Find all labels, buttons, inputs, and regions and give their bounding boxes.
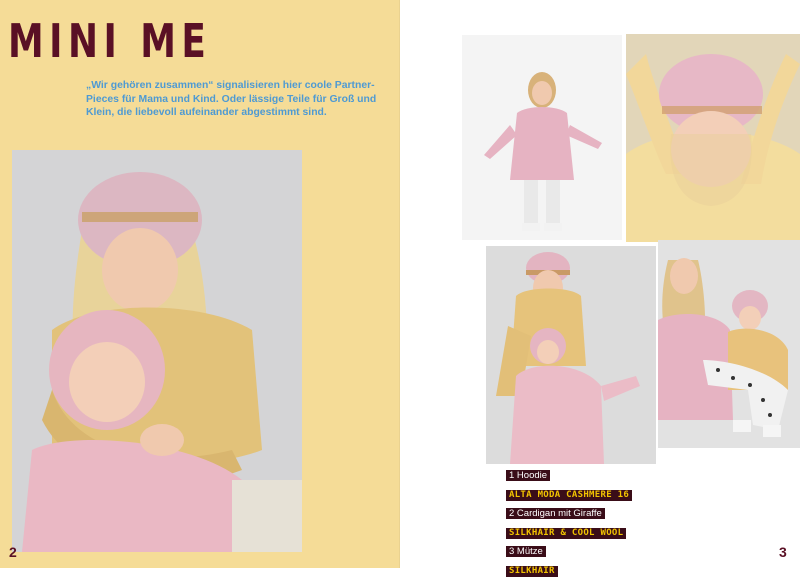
magazine-spread: MINI ME „Wir gehören zusammen“ signalisi… (0, 0, 800, 577)
page-number-left: 2 (9, 544, 17, 560)
main-photo-mother-and-child (12, 150, 302, 552)
page-title: MINI ME (8, 14, 212, 68)
caption-item-2: 2 Cardigan mit Giraffe (506, 503, 632, 521)
intro-text: „Wir gehören zusammen“ signalisieren hie… (86, 80, 377, 118)
product-captions: 1 Hoodie ALTA MODA CASHMERE 16 2 Cardiga… (506, 465, 633, 579)
caption-item-label: 1 Hoodie (506, 470, 551, 481)
photo-mother-and-child-seated (658, 240, 800, 448)
caption-yarn-2: SILKHAIR & COOL WOOL (506, 522, 632, 540)
caption-yarn-1: ALTA MODA CASHMERE 16 (506, 484, 633, 502)
photo-mother-hugging-child (486, 246, 656, 464)
caption-item-label: 3 Mütze (506, 546, 546, 557)
caption-item-1: 1 Hoodie (506, 465, 632, 483)
caption-item-label: 2 Cardigan mit Giraffe (506, 508, 605, 519)
photo-child-closeup-hat (626, 34, 800, 242)
caption-yarn-label: SILKHAIR & COOL WOOL (506, 528, 627, 539)
caption-yarn-label: ALTA MODA CASHMERE 16 (506, 490, 633, 501)
caption-item-3: 3 Mütze (506, 541, 632, 559)
caption-yarn-3: SILKHAIR (506, 560, 632, 578)
photo-child-in-hoodie (462, 35, 622, 240)
page-number-right: 3 (779, 544, 787, 560)
right-page: 1 Hoodie ALTA MODA CASHMERE 16 2 Cardiga… (400, 0, 800, 577)
left-page: MINI ME „Wir gehören zusammen“ signalisi… (0, 0, 400, 568)
